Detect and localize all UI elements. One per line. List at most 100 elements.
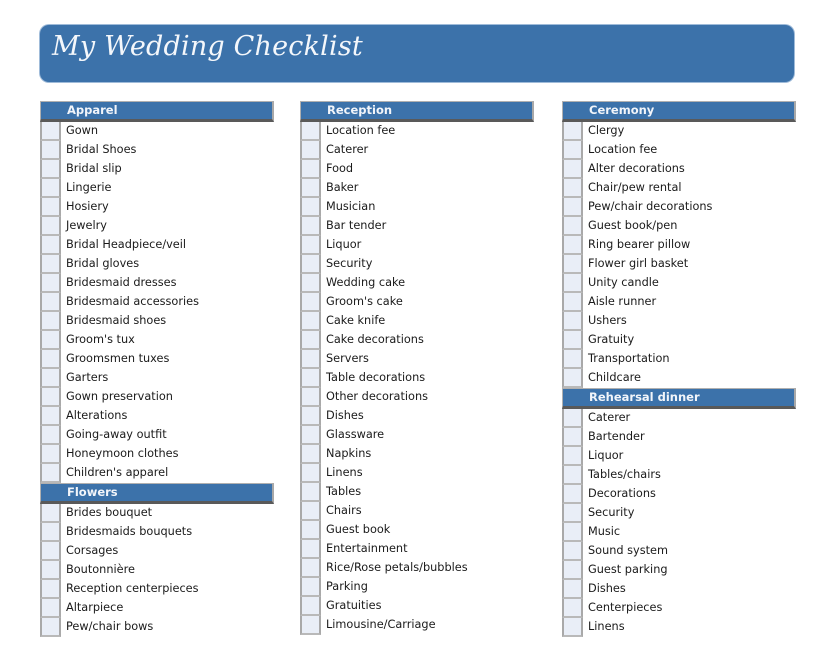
checkbox[interactable] [40,255,61,274]
checkbox[interactable] [562,236,583,255]
checklist-item-label: Chairs [326,504,362,517]
checklist-item: Dishes [300,407,534,426]
checkbox[interactable] [40,618,61,637]
checkbox[interactable] [300,141,321,160]
checkbox[interactable] [300,388,321,407]
checklist-item: Guest book [300,521,534,540]
checkbox[interactable] [300,160,321,179]
checkbox[interactable] [40,274,61,293]
checkbox[interactable] [300,445,321,464]
checkbox[interactable] [40,350,61,369]
checkbox[interactable] [40,141,61,160]
checkbox[interactable] [300,274,321,293]
checkbox[interactable] [300,540,321,559]
checklist-item-label: Other decorations [326,390,429,403]
checkbox[interactable] [562,331,583,350]
checkbox[interactable] [562,274,583,293]
checkbox[interactable] [562,122,583,141]
checkbox[interactable] [40,217,61,236]
checkbox[interactable] [40,407,61,426]
checkbox[interactable] [300,502,321,521]
checkbox[interactable] [40,426,61,445]
checkbox[interactable] [40,388,61,407]
checklist-item-label: Going-away outfit [66,428,167,441]
checkbox[interactable] [300,236,321,255]
checkbox[interactable] [562,217,583,236]
checkbox[interactable] [562,409,583,428]
checklist-item: Liquor [562,447,796,466]
checklist-item: Lingerie [40,179,274,198]
checkbox[interactable] [562,312,583,331]
checkbox[interactable] [562,428,583,447]
checkbox[interactable] [40,312,61,331]
checkbox[interactable] [40,445,61,464]
checkbox[interactable] [300,217,321,236]
checklist-item-label: Entertainment [326,542,408,555]
checkbox[interactable] [562,179,583,198]
checkbox[interactable] [562,369,583,388]
checkbox[interactable] [40,523,61,542]
checkbox[interactable] [300,426,321,445]
checklist-item-label: Hosiery [66,200,109,213]
checkbox[interactable] [300,521,321,540]
checklist-item-label: Honeymoon clothes [66,447,179,460]
checkbox[interactable] [300,350,321,369]
checkbox[interactable] [40,198,61,217]
checkbox[interactable] [562,350,583,369]
checkbox[interactable] [40,122,61,141]
checkbox[interactable] [40,293,61,312]
checkbox[interactable] [300,331,321,350]
checkbox[interactable] [300,559,321,578]
checkbox[interactable] [562,485,583,504]
checkbox[interactable] [40,599,61,618]
section-header-ceremony: Ceremony [562,101,796,122]
checklist-item-label: Bridal gloves [66,257,140,270]
checkbox[interactable] [562,198,583,217]
checklist-item: Flower girl basket [562,255,796,274]
checkbox[interactable] [40,179,61,198]
checkbox[interactable] [40,542,61,561]
checkbox[interactable] [562,160,583,179]
checkbox[interactable] [300,293,321,312]
checkbox[interactable] [300,616,321,635]
checkbox[interactable] [40,369,61,388]
checkbox[interactable] [562,466,583,485]
checkbox[interactable] [40,160,61,179]
checkbox[interactable] [40,580,61,599]
checklist-item-label: Corsages [66,544,119,557]
checkbox[interactable] [562,599,583,618]
checkbox[interactable] [40,464,61,483]
checkbox[interactable] [562,580,583,599]
checklist-item-label: Liquor [588,449,624,462]
checkbox[interactable] [300,198,321,217]
checklist-item-label: Security [588,506,635,519]
checkbox[interactable] [562,618,583,637]
checkbox[interactable] [562,141,583,160]
checkbox[interactable] [562,447,583,466]
checkbox[interactable] [300,597,321,616]
checklist-item-label: Gratuity [588,333,635,346]
checkbox[interactable] [40,331,61,350]
checkbox[interactable] [300,255,321,274]
checkbox[interactable] [300,578,321,597]
checkbox[interactable] [300,369,321,388]
checkbox[interactable] [300,312,321,331]
checkbox[interactable] [562,542,583,561]
checkbox[interactable] [40,236,61,255]
checkbox[interactable] [562,561,583,580]
checkbox[interactable] [300,483,321,502]
checkbox[interactable] [562,293,583,312]
checkbox[interactable] [300,179,321,198]
checkbox[interactable] [40,561,61,580]
section-header-flowers: Flowers [40,483,274,504]
checkbox[interactable] [562,504,583,523]
checkbox[interactable] [300,122,321,141]
checkbox[interactable] [562,523,583,542]
checklist-item: Ring bearer pillow [562,236,796,255]
checklist-item: Caterer [562,409,796,428]
checkbox[interactable] [40,504,61,523]
checkbox[interactable] [300,407,321,426]
checkbox[interactable] [562,255,583,274]
checkbox[interactable] [300,464,321,483]
checklist-item-label: Caterer [326,143,369,156]
